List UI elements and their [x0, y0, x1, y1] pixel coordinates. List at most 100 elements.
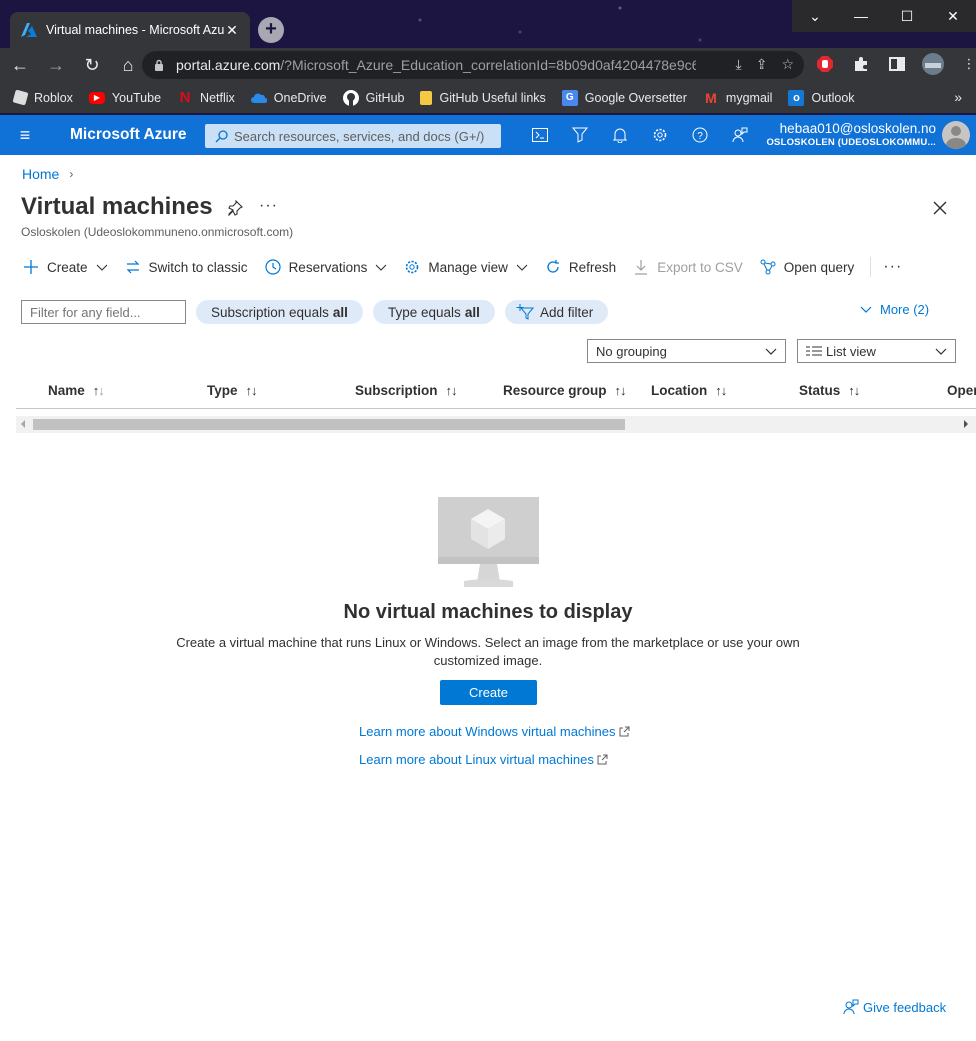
bookmark-github-useful-links[interactable]: GitHub Useful links — [420, 90, 546, 105]
lock-icon — [155, 59, 163, 71]
svg-text:?: ? — [697, 131, 703, 142]
grouping-dropdown[interactable]: No grouping — [587, 339, 786, 363]
add-filter-label: Add filter — [540, 304, 594, 320]
sort-icon: ↑↓ — [92, 383, 105, 398]
export-csv-command[interactable]: Export to CSV — [632, 258, 743, 276]
help-icon[interactable]: ? — [680, 115, 720, 155]
bookmark-star-icon[interactable]: ☆ — [781, 56, 794, 73]
bookmark-github[interactable]: GitHub — [342, 89, 404, 106]
install-app-icon[interactable]: ⤓ — [736, 56, 742, 73]
bookmark-label: mygmail — [725, 90, 773, 105]
chevron-down-icon — [516, 264, 528, 271]
page-title: Virtual machines — [21, 193, 213, 220]
scroll-right-icon[interactable] — [964, 420, 968, 428]
bookmark-label: Outlook — [811, 90, 855, 105]
bookmark-google-oversetter[interactable]: G Google Oversetter — [561, 89, 687, 106]
learn-linux-vm-link[interactable]: Learn more about Linux virtual machines — [359, 752, 608, 767]
scroll-left-icon[interactable] — [21, 420, 25, 428]
refresh-command[interactable]: Refresh — [544, 258, 616, 276]
column-header-type[interactable]: Type ↑↓ — [207, 383, 257, 398]
cloud-shell-icon[interactable] — [520, 115, 560, 155]
breadcrumb-home-link[interactable]: Home — [22, 166, 59, 182]
adblock-extension-icon[interactable] — [812, 51, 838, 77]
browser-tab[interactable]: Virtual machines - Microsoft Azure ✕ — [10, 12, 250, 48]
bookmark-outlook[interactable]: o Outlook — [788, 89, 855, 106]
settings-gear-icon[interactable] — [640, 115, 680, 155]
window-controls: ⌄ — ☐ ✕ — [792, 0, 976, 32]
column-header-location[interactable]: Location ↑↓ — [651, 383, 727, 398]
subscription-filter-pill[interactable]: Subscription equals all — [196, 300, 363, 324]
external-link-icon — [619, 726, 630, 737]
bookmark-onedrive[interactable]: OneDrive — [250, 90, 327, 106]
bookmark-mygmail[interactable]: Mmygmail — [703, 89, 773, 106]
add-filter-icon — [516, 304, 534, 320]
sidebar-icon[interactable] — [884, 51, 910, 77]
directory-filter-icon[interactable] — [560, 115, 600, 155]
account-info[interactable]: hebaa010@osloskolen.no OSLOSKOLEN (UDEOS… — [766, 121, 936, 148]
column-header-subscription[interactable]: Subscription ↑↓ — [355, 383, 457, 398]
view-mode-dropdown[interactable]: List view — [797, 339, 956, 363]
reload-icon[interactable]: ↻ — [76, 49, 108, 81]
filter-input[interactable] — [21, 300, 186, 324]
more-filters-link[interactable]: More (2) — [860, 302, 929, 317]
sort-icon: ↑↓ — [715, 383, 727, 398]
address-bar[interactable]: portal.azure.com/?Microsoft_Azure_Educat… — [142, 51, 804, 79]
command-divider — [870, 257, 872, 277]
tab-title: Virtual machines - Microsoft Azure — [46, 23, 224, 37]
search-icon — [215, 129, 228, 142]
give-feedback-link[interactable]: Give feedback — [843, 999, 946, 1015]
type-filter-value: all — [464, 304, 480, 320]
switch-to-classic-command[interactable]: Switch to classic — [124, 258, 248, 276]
add-filter-button[interactable]: Add filter — [505, 300, 609, 324]
bookmark-netflix[interactable]: N Netflix — [177, 89, 235, 106]
type-filter-pill[interactable]: Type equals all — [373, 300, 495, 324]
tab-search-icon[interactable]: ⌄ — [792, 0, 838, 32]
azure-brand[interactable]: Microsoft Azure — [70, 126, 206, 144]
column-header-name[interactable]: Name ↑↓ — [48, 383, 105, 398]
create-command[interactable]: Create — [22, 258, 108, 276]
portal-menu-icon[interactable]: ≡ — [0, 125, 50, 146]
profile-avatar-icon[interactable] — [920, 51, 946, 77]
youtube-icon: ▶ — [88, 91, 105, 104]
share-icon[interactable]: ⇪ — [756, 56, 768, 73]
learn-windows-vm-link[interactable]: Learn more about Windows virtual machine… — [359, 724, 630, 739]
tab-close-icon[interactable]: ✕ — [224, 22, 240, 39]
bookmark-youtube[interactable]: ▶ YouTube — [88, 91, 161, 105]
window-close-icon[interactable]: ✕ — [930, 0, 976, 32]
extensions-puzzle-icon[interactable] — [848, 51, 874, 77]
page-more-options-icon[interactable]: ··· — [259, 197, 278, 215]
column-label: Name — [48, 383, 85, 398]
column-header-status[interactable]: Status ↑↓ — [799, 383, 860, 398]
account-email: hebaa010@osloskolen.no — [779, 121, 936, 136]
create-vm-button[interactable]: Create — [440, 680, 537, 705]
new-tab-button[interactable]: + — [258, 17, 284, 43]
close-blade-icon[interactable] — [930, 198, 950, 218]
column-header-resource-group[interactable]: Resource group ↑↓ — [503, 383, 626, 398]
global-search-input[interactable]: Search resources, services, and docs (G+… — [205, 124, 501, 148]
command-bar: Create Switch to classic Reservations Ma… — [22, 254, 902, 280]
column-header-operating-system[interactable]: Oper — [947, 383, 976, 398]
gmail-icon: M — [705, 89, 717, 106]
forward-icon[interactable]: → — [40, 49, 72, 81]
bookmark-roblox[interactable]: Roblox — [12, 89, 73, 106]
feedback-person-icon[interactable] — [720, 115, 760, 155]
open-query-command[interactable]: Open query — [759, 258, 854, 276]
reservations-command[interactable]: Reservations — [264, 258, 388, 276]
chrome-menu-icon[interactable]: ⋮ — [956, 51, 976, 77]
pin-icon[interactable] — [227, 200, 243, 216]
bookmarks-overflow-icon[interactable]: » — [954, 89, 962, 105]
horizontal-scrollbar[interactable] — [16, 416, 976, 433]
learn-windows-label: Learn more about Windows virtual machine… — [359, 724, 616, 739]
avatar[interactable] — [942, 121, 970, 149]
command-overflow-icon[interactable]: ··· — [883, 258, 902, 276]
manage-view-command[interactable]: Manage view — [403, 258, 528, 276]
grid-header: Name ↑↓ Type ↑↓ Subscription ↑↓ Resource gr… — [16, 376, 976, 409]
scrollbar-thumb[interactable] — [33, 419, 625, 430]
notifications-bell-icon[interactable] — [600, 115, 640, 155]
grouping-value: No grouping — [596, 343, 667, 359]
minimize-icon[interactable]: — — [838, 0, 884, 32]
back-icon[interactable]: ← — [4, 49, 36, 81]
maximize-icon[interactable]: ☐ — [884, 0, 930, 32]
virtual-machine-monitor-icon — [438, 497, 539, 587]
home-icon[interactable]: ⌂ — [112, 49, 144, 81]
